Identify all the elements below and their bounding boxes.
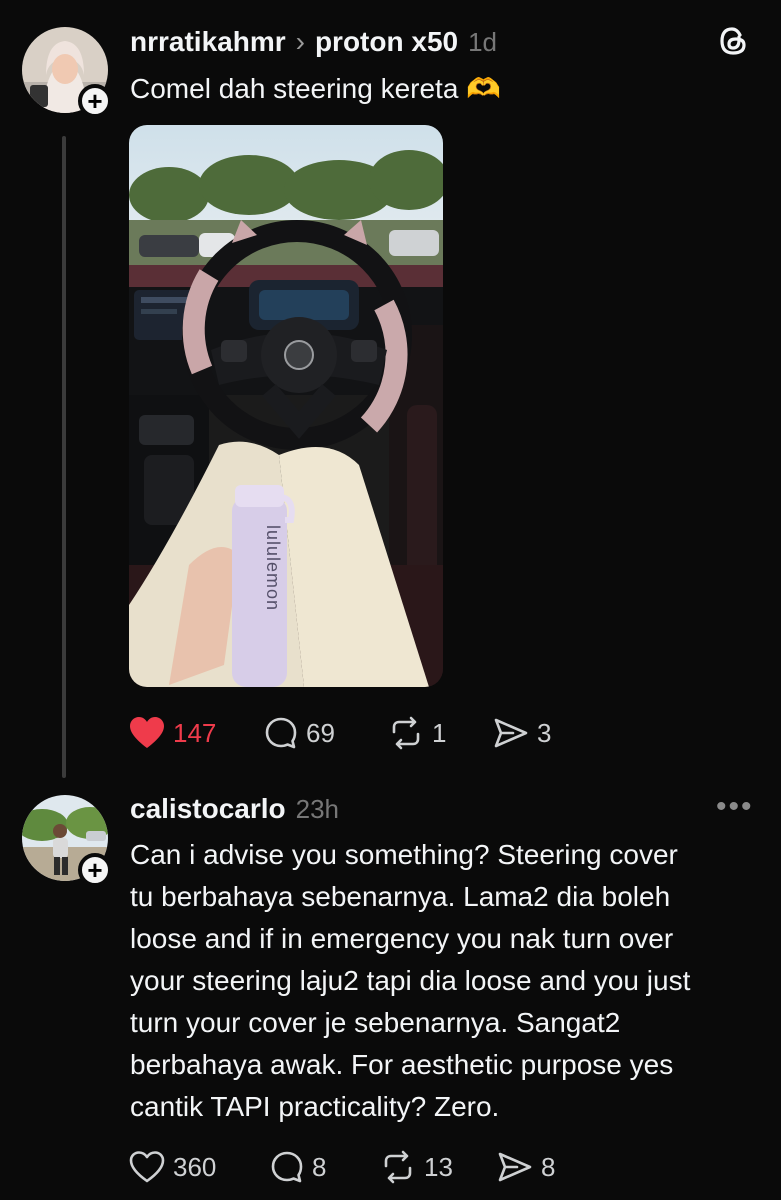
community-name[interactable]: proton x50 xyxy=(315,26,458,58)
reply-time: 23h xyxy=(295,793,340,824)
share-button[interactable]: 3 xyxy=(493,716,551,750)
post-text: Comel dah steering kereta 🫶 xyxy=(130,73,502,104)
reply-comment-count: 8 xyxy=(312,1151,327,1182)
comment-count: 69 xyxy=(306,717,335,748)
reply-repost-button[interactable]: 13 xyxy=(380,1150,453,1184)
follow-plus-icon[interactable]: + xyxy=(78,84,112,118)
share-icon xyxy=(498,1152,532,1182)
repost-count: 1 xyxy=(432,717,447,748)
like-count: 147 xyxy=(173,717,217,748)
post-username[interactable]: nrratikahmr xyxy=(130,26,286,58)
post-photo[interactable]: lululemon xyxy=(129,125,443,687)
comment-icon xyxy=(265,717,297,749)
heart-icon xyxy=(129,1151,165,1183)
more-options-icon[interactable]: ••• xyxy=(716,790,754,824)
reply-text-line: loose and if in emergency you nak turn o… xyxy=(130,923,674,954)
reply-text-line: tu berbahaya sebenarnya. Lama2 dia boleh xyxy=(130,881,671,912)
reply-repost-count: 13 xyxy=(424,1151,453,1182)
threads-icon[interactable] xyxy=(716,24,750,58)
reply-text: Can i advise you something? Steering cov… xyxy=(130,834,690,1128)
reply-like-button[interactable]: 360 xyxy=(129,1150,216,1184)
reply-share-button[interactable]: 8 xyxy=(497,1150,555,1184)
reply-text-line: Can i advise you something? Steering cov… xyxy=(130,839,678,870)
heart-filled-icon xyxy=(130,717,164,748)
share-icon xyxy=(494,718,528,748)
reply-text-line: your steering laju2 tapi dia loose and y… xyxy=(130,965,691,996)
thread-line xyxy=(62,136,66,778)
like-button[interactable]: 147 xyxy=(129,716,216,750)
reply-like-count: 360 xyxy=(173,1151,217,1182)
reply-text-line: cantik TAPI practicality? Zero. xyxy=(130,1091,500,1122)
repost-icon xyxy=(384,1150,412,1184)
comment-icon xyxy=(271,1151,303,1183)
follow-plus-icon[interactable]: + xyxy=(78,853,112,887)
svg-text:lululemon: lululemon xyxy=(263,525,283,611)
reply-text-line: turn your cover je sebenarnya. Sangat2 xyxy=(130,1007,621,1038)
post-header: nrratikahmr › proton x50 1d xyxy=(130,26,497,58)
reply-header: calistocarlo 23h xyxy=(130,793,339,825)
reply-username[interactable]: calistocarlo xyxy=(130,793,286,825)
reply-text-line: berbahaya awak. For aesthetic purpose ye… xyxy=(130,1049,674,1080)
reply-comment-button[interactable]: 8 xyxy=(270,1150,326,1184)
reply-share-count: 8 xyxy=(541,1151,556,1182)
post-time: 1d xyxy=(468,26,498,57)
comment-button[interactable]: 69 xyxy=(264,716,335,750)
repost-button[interactable]: 1 xyxy=(388,716,446,750)
share-count: 3 xyxy=(537,717,552,748)
repost-icon xyxy=(392,716,420,750)
chevron-right-icon: › xyxy=(295,26,305,57)
